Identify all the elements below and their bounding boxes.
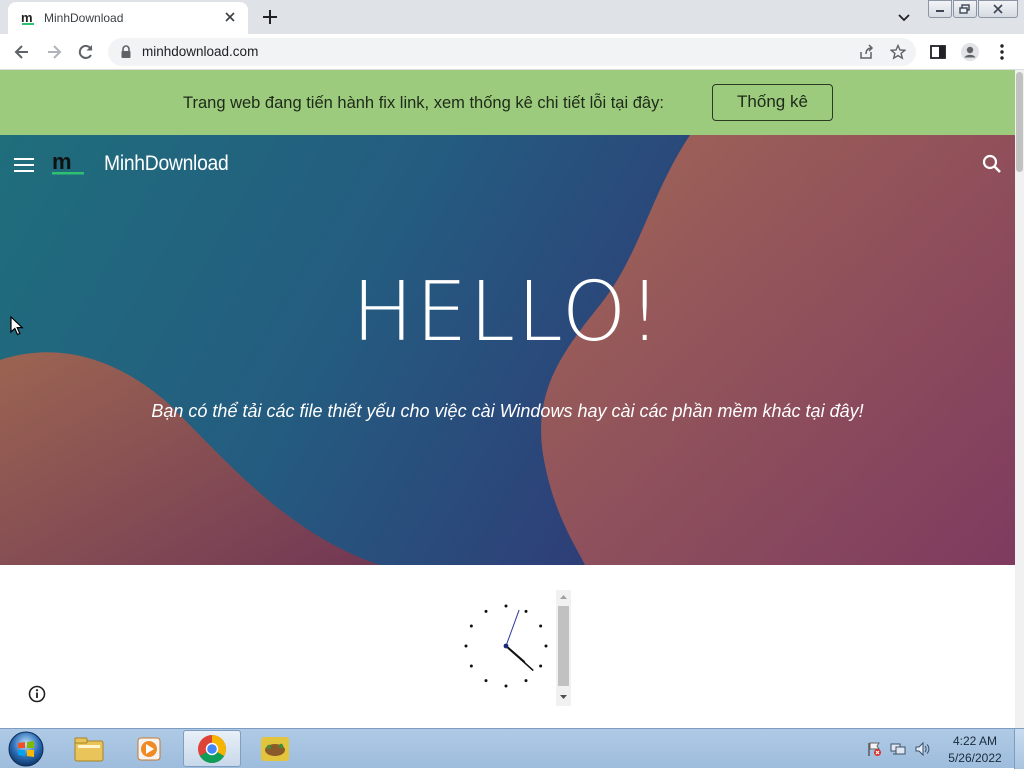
hero-subtitle: Bạn có thể tải các file thiết yếu cho vi… xyxy=(151,401,864,421)
clock-hour-dot xyxy=(469,624,473,628)
tab-strip: m MinhDownload xyxy=(0,0,1024,34)
taskbar-app[interactable] xyxy=(246,730,304,767)
media-player-icon xyxy=(137,737,161,760)
close-window-icon xyxy=(993,4,1003,14)
clock-hour-dot xyxy=(504,604,508,608)
reload-icon[interactable] xyxy=(76,42,96,62)
chrome-icon xyxy=(198,734,226,763)
browser-toolbar: minhdownload.com xyxy=(0,34,1024,70)
clock-hour-dot xyxy=(524,609,528,613)
forward-arrow-icon[interactable] xyxy=(44,42,64,62)
file-explorer-icon xyxy=(74,737,104,761)
clock-hour-dot xyxy=(484,609,488,613)
url-text: minhdownload.com xyxy=(142,44,259,59)
hamburger-menu-icon[interactable] xyxy=(14,157,34,173)
minimize-icon xyxy=(936,10,944,12)
clock-hour-dot xyxy=(544,644,548,648)
restore-icon xyxy=(959,4,970,14)
bookmark-star-icon[interactable] xyxy=(890,44,906,60)
search-icon[interactable] xyxy=(982,154,1002,174)
page-viewport: Trang web đang tiến hành fix link, xem t… xyxy=(0,70,1015,728)
notice-banner: Trang web đang tiến hành fix link, xem t… xyxy=(0,70,1015,135)
clock-hour-dot xyxy=(484,679,488,683)
share-icon[interactable] xyxy=(858,44,874,60)
page-scrollbar[interactable] xyxy=(1015,70,1024,728)
minimize-button[interactable] xyxy=(928,0,952,18)
clock-date[interactable]: 5/26/2022 xyxy=(940,751,1010,765)
clock-minute-hand xyxy=(505,645,534,671)
clock-center-pin xyxy=(503,643,509,649)
notice-text: Trang web đang tiến hành fix link, xem t… xyxy=(183,94,664,112)
more-menu-icon[interactable] xyxy=(992,42,1012,62)
scroll-down-arrow-icon[interactable] xyxy=(559,694,568,700)
back-arrow-icon[interactable] xyxy=(12,42,32,62)
windows-taskbar: 4:22 AM 5/26/2022 xyxy=(0,728,1024,769)
browser-tab[interactable]: m MinhDownload xyxy=(8,2,248,34)
new-tab-icon[interactable] xyxy=(260,7,280,27)
side-panel-icon[interactable] xyxy=(928,42,948,62)
widget-scrollbar[interactable] xyxy=(556,590,571,706)
clock-hour-dot xyxy=(469,664,473,668)
site-favicon-icon: m xyxy=(21,10,34,25)
profile-avatar-icon[interactable] xyxy=(960,42,980,62)
site-logo-icon[interactable]: m xyxy=(52,153,86,175)
taskbar-file-explorer[interactable] xyxy=(60,730,118,767)
clock-hour-dot xyxy=(539,624,543,628)
clock-second-hand xyxy=(505,609,520,647)
tab-title: MinhDownload xyxy=(44,11,124,25)
close-window-button[interactable] xyxy=(978,0,1018,18)
hero-section: m MinhDownload HELLO! Bạn có thể tải các… xyxy=(0,135,1015,565)
info-icon[interactable] xyxy=(28,685,46,703)
network-icon[interactable] xyxy=(890,741,906,757)
restore-button[interactable] xyxy=(953,0,977,18)
clock-hour-dot xyxy=(524,679,528,683)
statistics-button[interactable]: Thống kê xyxy=(712,84,833,121)
svg-text:m: m xyxy=(21,10,33,25)
clock-hour-dot xyxy=(504,684,508,688)
clock-time[interactable]: 4:22 AM xyxy=(940,734,1010,748)
page-scroll-thumb[interactable] xyxy=(1016,72,1023,172)
taskbar-chrome[interactable] xyxy=(183,730,241,767)
hero-title: HELLO! xyxy=(351,265,664,360)
app-icon xyxy=(261,736,289,761)
close-tab-icon[interactable] xyxy=(222,9,238,25)
mouse-cursor-icon xyxy=(10,316,24,336)
address-bar[interactable]: minhdownload.com xyxy=(108,38,916,66)
volume-icon[interactable] xyxy=(914,741,930,757)
tab-search-chevron-icon[interactable] xyxy=(896,9,912,25)
widget-scroll-thumb[interactable] xyxy=(558,606,569,686)
clock-face xyxy=(464,604,548,688)
scroll-up-arrow-icon[interactable] xyxy=(559,594,568,600)
taskbar-media-player[interactable] xyxy=(120,730,178,767)
show-desktop-button[interactable] xyxy=(1014,729,1024,769)
lock-icon[interactable] xyxy=(120,45,132,59)
start-button-icon[interactable] xyxy=(6,730,46,768)
brand-name[interactable]: MinhDownload xyxy=(104,152,229,176)
action-center-flag-icon[interactable] xyxy=(866,741,882,757)
svg-text:m: m xyxy=(52,153,72,174)
clock-hour-dot xyxy=(464,644,468,648)
clock-hour-dot xyxy=(539,664,543,668)
